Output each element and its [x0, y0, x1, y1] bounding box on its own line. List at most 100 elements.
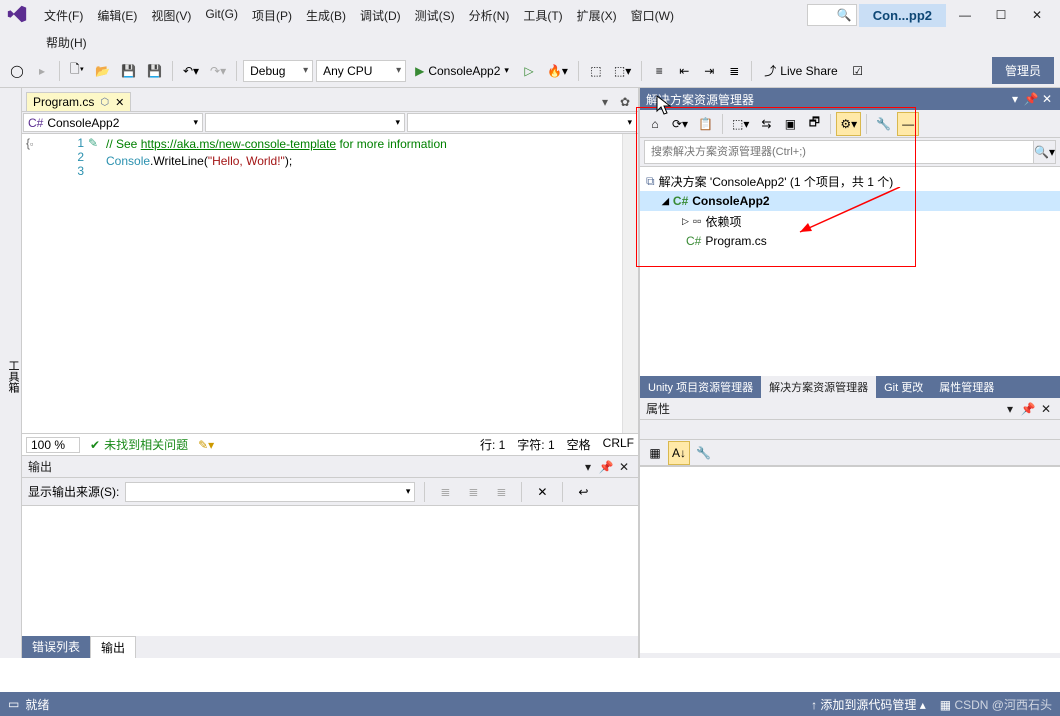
pen-icon[interactable]: ✎▾ [198, 438, 214, 452]
se-menu-icon[interactable]: ▾ [1008, 92, 1022, 106]
save-button[interactable]: 💾 [117, 59, 140, 83]
menu-test[interactable]: 测试(S) [409, 3, 461, 28]
add-to-source-control[interactable]: ↑ 添加到源代码管理 ▴ [811, 696, 926, 713]
new-project-button[interactable]: 🗋▾ [66, 59, 88, 83]
nav-fwd-button[interactable]: ▸ [31, 59, 53, 83]
output-btn-2[interactable]: ≣ [462, 480, 484, 504]
properties-body[interactable] [640, 466, 1060, 653]
admin-button[interactable]: 管理员 [992, 57, 1054, 84]
solution-tree[interactable]: ⧉ 解决方案 'ConsoleApp2' (1 个项目，共 1 个) ◢ C# … [640, 166, 1060, 376]
hot-reload-button[interactable]: 🔥▾ [543, 59, 572, 83]
minimize-button[interactable]: — [948, 3, 982, 27]
tree-project-node[interactable]: ◢ C# ConsoleApp2 [640, 191, 1060, 211]
toolbar-btn-outdent[interactable]: ⇤ [673, 59, 695, 83]
repo-indicator[interactable]: ▦ CSDN @河西石头 [940, 696, 1052, 713]
toolbar-btn-uncomment[interactable]: ≣ [723, 59, 745, 83]
prop-category-button[interactable]: ▦ [644, 441, 666, 465]
code-content[interactable]: // See https://aka.ms/new-console-templa… [106, 134, 622, 433]
expand-icon[interactable]: ◢ [662, 196, 669, 207]
code-editor[interactable]: {▫ 123 ✎ // See https://aka.ms/new-conso… [22, 134, 638, 433]
tree-solution-node[interactable]: ⧉ 解决方案 'ConsoleApp2' (1 个项目，共 1 个) [640, 171, 1060, 191]
platform-combo[interactable]: Any CPU [316, 60, 406, 82]
menu-view[interactable]: 视图(V) [145, 3, 197, 28]
editor-tab-program[interactable]: Program.cs ⬡ ✕ [26, 92, 131, 111]
se-close-icon[interactable]: ✕ [1040, 92, 1054, 106]
se-pending-button[interactable]: 📋 [694, 112, 717, 136]
menu-window[interactable]: 窗口(W) [625, 3, 680, 28]
indent-indicator[interactable]: 空格 [567, 436, 591, 453]
menu-build[interactable]: 生成(B) [300, 3, 352, 28]
redo-button[interactable]: ↷▾ [206, 59, 230, 83]
nav-type-combo[interactable] [205, 113, 405, 132]
nav-member-combo[interactable] [407, 113, 637, 132]
tree-dependencies-node[interactable]: ▷ ▫▫ 依赖项 [640, 211, 1060, 231]
se-search-input[interactable] [644, 140, 1034, 164]
prop-close-icon[interactable]: ✕ [1038, 401, 1054, 417]
vertical-scrollbar[interactable] [622, 134, 638, 433]
close-icon[interactable]: ✕ [115, 96, 124, 109]
menu-file[interactable]: 文件(F) [38, 3, 89, 28]
prop-az-button[interactable]: A↓ [668, 441, 690, 465]
config-combo[interactable]: Debug [243, 60, 313, 82]
titlebar-search[interactable]: 🔍 [807, 4, 857, 26]
issues-indicator[interactable]: ✔未找到相关问题 [90, 436, 188, 453]
solution-explorer-header[interactable]: 解决方案资源管理器 ▾📌✕ [640, 88, 1060, 110]
tab-git-changes[interactable]: Git 更改 [876, 376, 931, 398]
prop-pin-icon[interactable]: 📌 [1020, 401, 1036, 417]
menu-project[interactable]: 项目(P) [246, 3, 298, 28]
se-sync-button[interactable]: ⬚▾ [728, 112, 753, 136]
tab-unity[interactable]: Unity 项目资源管理器 [640, 376, 761, 398]
se-collapse-button[interactable]: — [897, 112, 919, 136]
prop-menu-icon[interactable]: ▾ [1002, 401, 1018, 417]
close-button[interactable]: ✕ [1020, 3, 1054, 27]
toolbox-sidebar[interactable]: 工具箱 [0, 88, 22, 658]
tab-solution-explorer[interactable]: 解决方案资源管理器 [761, 376, 876, 398]
panel-pin-icon[interactable]: 📌 [598, 459, 614, 475]
menu-edit[interactable]: 编辑(E) [91, 3, 143, 28]
output-clear-button[interactable]: ✕ [531, 480, 553, 504]
toolbar-btn-2[interactable]: ⬚▾ [610, 59, 635, 83]
maximize-button[interactable]: ☐ [984, 3, 1018, 27]
tree-file-node[interactable]: C# Program.cs [640, 231, 1060, 251]
prop-wrench-button[interactable]: 🔧 [692, 441, 715, 465]
output-header[interactable]: 输出 ▾📌✕ [22, 456, 638, 478]
live-share-button[interactable]: ⤴Live Share [758, 62, 843, 79]
output-wrap-button[interactable]: ↩ [572, 480, 594, 504]
pin-icon[interactable]: ⬡ [100, 97, 109, 108]
output-source-combo[interactable] [125, 482, 415, 502]
se-showall-button[interactable]: ▣ [779, 112, 801, 136]
se-refresh-button[interactable]: 🗗 [803, 112, 825, 136]
tab-dropdown-button[interactable]: ▾ [596, 93, 614, 111]
menu-tools[interactable]: 工具(T) [517, 3, 568, 28]
open-button[interactable]: 📂 [91, 59, 114, 83]
save-all-button[interactable]: 💾 [143, 59, 166, 83]
menu-git[interactable]: Git(G) [199, 3, 244, 28]
menu-analyze[interactable]: 分析(N) [463, 3, 516, 28]
output-body[interactable] [22, 506, 638, 636]
se-search-button[interactable]: 🔍▾ [1034, 140, 1056, 164]
menu-extensions[interactable]: 扩展(X) [571, 3, 623, 28]
properties-header[interactable]: 属性 ▾📌✕ [640, 398, 1060, 420]
output-btn-1[interactable]: ≣ [434, 480, 456, 504]
tab-settings-button[interactable]: ✿ [616, 93, 634, 111]
output-btn-3[interactable]: ≣ [490, 480, 512, 504]
run-no-debug-button[interactable]: ▷ [518, 59, 540, 83]
toolbar-btn-1[interactable]: ⬚ [585, 59, 607, 83]
toolbar-btn-comment[interactable]: ⇥ [698, 59, 720, 83]
tab-error-list[interactable]: 错误列表 [22, 636, 90, 658]
tab-property-manager[interactable]: 属性管理器 [931, 376, 1002, 398]
screwdriver-icon[interactable]: ✎ [88, 134, 106, 433]
panel-close-icon[interactable]: ✕ [616, 459, 632, 475]
run-button[interactable]: ▶ConsoleApp2▾ [409, 64, 515, 78]
nav-back-button[interactable]: ◯ [6, 59, 28, 83]
menu-help[interactable]: 帮助(H) [40, 30, 93, 55]
lineending-indicator[interactable]: CRLF [603, 436, 634, 453]
zoom-combo[interactable]: 100 % [26, 437, 80, 453]
se-preview-button[interactable]: 🔧 [872, 112, 895, 136]
menu-debug[interactable]: 调试(D) [354, 3, 407, 28]
se-filter-button[interactable]: ⇆ [755, 112, 777, 136]
toolbar-btn-indent[interactable]: ≡ [648, 59, 670, 83]
panel-menu-icon[interactable]: ▾ [580, 459, 596, 475]
nav-project-combo[interactable]: C#ConsoleApp2 [23, 113, 203, 132]
undo-button[interactable]: ↶▾ [179, 59, 203, 83]
